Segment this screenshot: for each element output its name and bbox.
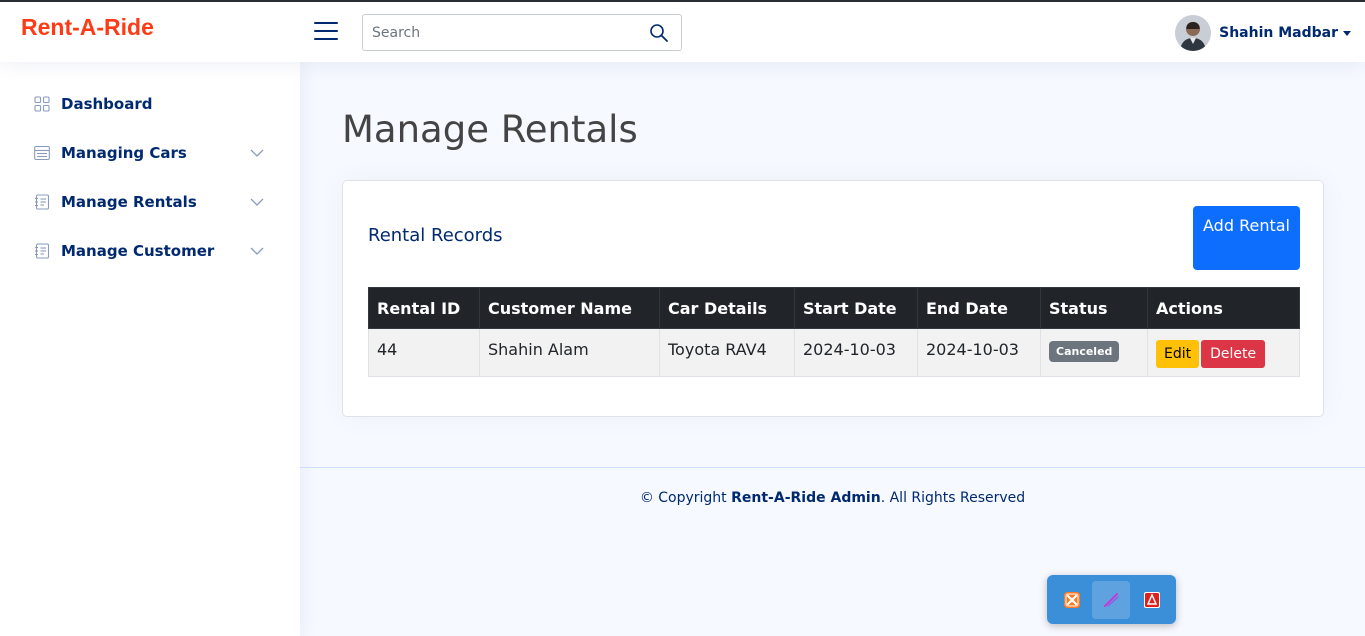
- status-badge: Canceled: [1049, 341, 1120, 362]
- edit-button[interactable]: Edit: [1156, 340, 1200, 368]
- journal-text-icon: [35, 243, 50, 259]
- rental-records-card: Rental Records Add Rental Rental ID Cust…: [342, 180, 1324, 417]
- chevron-down-icon: [250, 198, 264, 206]
- search-icon[interactable]: [649, 23, 669, 43]
- page-title: Manage Rentals: [342, 108, 638, 151]
- sidebar: Dashboard Managing Cars Manage Rentals M…: [0, 62, 300, 636]
- column-header: End Date: [917, 287, 1041, 329]
- chevron-down-icon: [250, 149, 264, 157]
- sidebar-item-managing-cars[interactable]: Managing Cars: [20, 133, 280, 173]
- column-header: Start Date: [794, 287, 918, 329]
- footer-brand: Rent-A-Ride Admin: [731, 490, 881, 506]
- sidebar-item-label: Managing Cars: [61, 144, 187, 162]
- footer-suffix: . All Rights Reserved: [880, 490, 1026, 506]
- table-header-row: Rental ID Customer Name Car Details Star…: [368, 287, 1300, 329]
- cell-start-date: 2024-10-03: [794, 328, 918, 377]
- footer-prefix: © Copyright: [639, 490, 732, 506]
- cell-end-date: 2024-10-03: [917, 328, 1041, 377]
- menu-button-icon: [34, 145, 50, 161]
- sidebar-item-manage-rentals[interactable]: Manage Rentals: [20, 182, 280, 222]
- app-logo[interactable]: Rent-A-Ride: [21, 14, 154, 41]
- sidebar-toggle-icon[interactable]: [314, 22, 338, 42]
- footer-divider: [300, 467, 1365, 468]
- delete-button[interactable]: Delete: [1201, 340, 1266, 368]
- top-header: Rent-A-Ride Shahin Madbar: [0, 2, 1365, 62]
- sidebar-item-label: Manage Customer: [61, 242, 215, 260]
- user-profile-dropdown[interactable]: Shahin Madbar: [1175, 14, 1351, 52]
- column-header: Actions: [1147, 287, 1300, 329]
- floating-taskbar: [1047, 575, 1176, 624]
- add-rental-button[interactable]: Add Rental: [1193, 206, 1300, 270]
- user-name: Shahin Madbar: [1219, 25, 1338, 41]
- grid-icon: [34, 96, 50, 112]
- sidebar-item-manage-customer[interactable]: Manage Customer: [20, 231, 280, 271]
- avatar: [1175, 15, 1212, 51]
- chevron-down-icon: [1343, 30, 1351, 36]
- column-header: Status: [1040, 287, 1148, 329]
- acrobat-icon[interactable]: [1133, 581, 1171, 619]
- cell-rental-id: 44: [368, 328, 480, 377]
- column-header: Car Details: [659, 287, 795, 329]
- chevron-down-icon: [250, 247, 264, 255]
- cell-status: Canceled: [1040, 328, 1148, 377]
- search-input[interactable]: [363, 15, 643, 50]
- vscode-pen-icon[interactable]: [1092, 581, 1130, 619]
- table-row: 44 Shahin Alam Toyota RAV4 2024-10-03 20…: [368, 328, 1300, 377]
- cell-actions: Edit Delete: [1147, 328, 1300, 377]
- journal-text-icon: [35, 194, 50, 210]
- sidebar-item-label: Dashboard: [61, 95, 153, 113]
- cell-car-details: Toyota RAV4: [659, 328, 795, 377]
- sidebar-item-dashboard[interactable]: Dashboard: [20, 84, 280, 124]
- rental-records-table: Rental ID Customer Name Car Details Star…: [368, 287, 1300, 377]
- column-header: Rental ID: [368, 287, 480, 329]
- search-bar: [362, 14, 682, 51]
- column-header: Customer Name: [479, 287, 660, 329]
- cell-customer-name: Shahin Alam: [479, 328, 660, 377]
- card-title: Rental Records: [368, 225, 503, 246]
- sidebar-item-label: Manage Rentals: [61, 193, 197, 211]
- xampp-icon[interactable]: [1053, 581, 1091, 619]
- footer-copyright: © Copyright Rent-A-Ride Admin. All Right…: [300, 490, 1365, 506]
